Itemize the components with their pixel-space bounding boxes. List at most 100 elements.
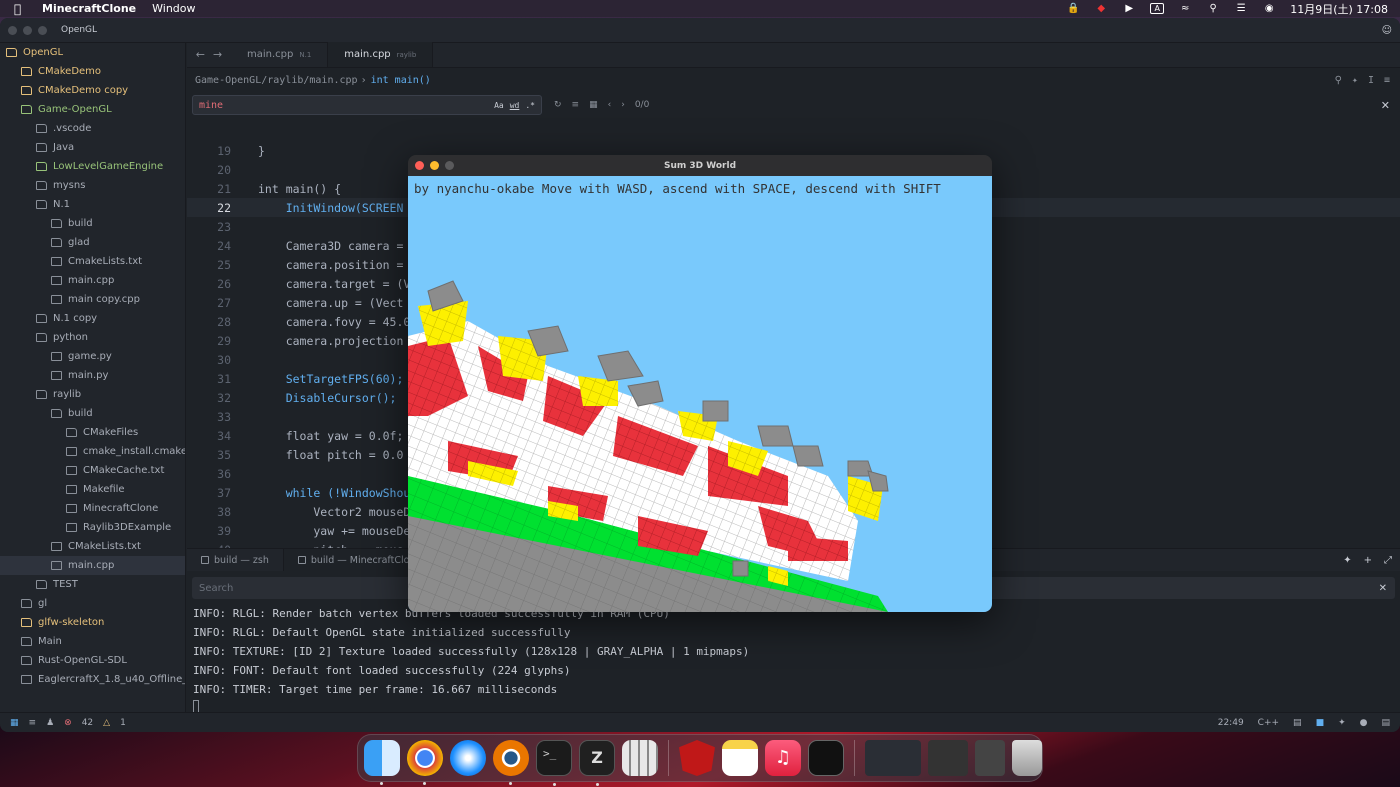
- cursor-icon[interactable]: I: [1368, 75, 1374, 86]
- project-title[interactable]: OpenGL: [61, 25, 97, 35]
- prev-match-icon[interactable]: ‹: [608, 100, 612, 110]
- mcafee-menu-icon[interactable]: ◆: [1094, 3, 1108, 14]
- blender-icon[interactable]: [493, 740, 529, 785]
- game-viewport[interactable]: by nyanchu-okabe Move with WASD, ascend …: [408, 176, 992, 612]
- find-input[interactable]: mine Aa wd .*: [192, 95, 542, 115]
- window-preview-3[interactable]: [975, 740, 1005, 776]
- sidebar-item[interactable]: EaglercraftX_1.8_u40_Offline_S: [0, 670, 185, 689]
- search-icon[interactable]: ⚲: [1335, 75, 1342, 86]
- terminal-icon[interactable]: >_: [536, 740, 572, 786]
- sidebar-item[interactable]: Game-OpenGL: [0, 100, 185, 119]
- sidebar-item[interactable]: gl: [0, 594, 185, 613]
- sidebar-item[interactable]: CMakeCache.txt: [0, 461, 185, 480]
- warning-icon[interactable]: △: [103, 718, 110, 728]
- window-menu[interactable]: Window: [152, 2, 195, 15]
- sidebar-item[interactable]: Rust-OpenGL-SDL: [0, 651, 185, 670]
- trash-icon[interactable]: [1012, 740, 1042, 776]
- settings-sliders-icon[interactable]: ≡: [1384, 75, 1390, 86]
- sidebar-item[interactable]: CMakeDemo copy: [0, 81, 185, 100]
- sidebar-item[interactable]: cmake_install.cmake: [0, 442, 185, 461]
- replace-icon[interactable]: ↻: [554, 100, 562, 110]
- sidebar-item[interactable]: main.py: [0, 366, 185, 385]
- breadcrumb-path[interactable]: Game-OpenGL/raylib/main.cpp: [195, 75, 358, 86]
- whole-word-toggle[interactable]: wd: [510, 101, 520, 110]
- breadcrumb-function[interactable]: int main(): [371, 75, 431, 86]
- console-icon[interactable]: [808, 740, 844, 776]
- sidebar-item[interactable]: CmakeLists.txt: [0, 252, 185, 271]
- sidebar-item[interactable]: LowLevelGameEngine: [0, 157, 185, 176]
- sidebar-item[interactable]: TEST: [0, 575, 185, 594]
- sidebar-item[interactable]: Java: [0, 138, 185, 157]
- forward-arrow-icon[interactable]: →: [213, 48, 222, 61]
- warning-count[interactable]: 1: [120, 718, 126, 728]
- panel-icon[interactable]: ▤: [1381, 718, 1390, 728]
- language-mode[interactable]: C++: [1258, 718, 1279, 728]
- zed-icon[interactable]: Z: [579, 740, 615, 786]
- sidebar-item[interactable]: python: [0, 328, 185, 347]
- expand-icon[interactable]: ⤢: [1384, 555, 1392, 566]
- window-preview-2[interactable]: [928, 740, 968, 776]
- app-menu[interactable]: MinecraftClone: [42, 2, 136, 15]
- close-button[interactable]: [8, 25, 17, 35]
- sidebar-item[interactable]: main.cpp: [0, 271, 185, 290]
- outline-icon[interactable]: ≡: [29, 718, 37, 728]
- tab-main-cpp-raylib[interactable]: main.cpp raylib: [328, 42, 434, 67]
- menu-clock[interactable]: 11月9日(土) 17:08: [1290, 1, 1388, 17]
- finder-icon[interactable]: [364, 740, 400, 785]
- terminal-output[interactable]: INFO: RLGL: Render batch vertex buffers …: [193, 604, 1400, 719]
- play-icon[interactable]: ▶: [1122, 3, 1136, 14]
- error-count[interactable]: 42: [82, 718, 93, 728]
- error-icon[interactable]: ⊗: [64, 718, 72, 728]
- sidebar-item[interactable]: main copy.cpp: [0, 290, 185, 309]
- user-avatar-icon[interactable]: ☺: [1382, 25, 1392, 36]
- sidebar-item[interactable]: raylib: [0, 385, 185, 404]
- sidebar-item[interactable]: Makefile: [0, 480, 185, 499]
- safari-icon[interactable]: [450, 740, 486, 776]
- sidebar-item[interactable]: game.py: [0, 347, 185, 366]
- sidebar-item[interactable]: MinecraftClone: [0, 499, 185, 518]
- collab-icon[interactable]: ♟: [46, 718, 54, 728]
- siri-icon[interactable]: ◉: [1262, 3, 1276, 14]
- game-window[interactable]: Sum 3D World by nyanchu-okabe Move with …: [408, 155, 992, 612]
- window-preview-1[interactable]: [865, 740, 921, 776]
- minimize-button[interactable]: [23, 25, 32, 35]
- sidebar-item[interactable]: glfw-skeleton: [0, 613, 185, 632]
- sidebar-item[interactable]: OpenGL: [0, 43, 185, 62]
- assistant-icon[interactable]: ✦: [1352, 75, 1358, 86]
- sidebar-item[interactable]: .vscode: [0, 119, 185, 138]
- sidebar-item[interactable]: main.cpp: [0, 556, 185, 575]
- cursor-position[interactable]: 22:49: [1218, 718, 1244, 728]
- back-arrow-icon[interactable]: ←: [196, 48, 205, 61]
- apple-icon[interactable]: : [14, 2, 30, 16]
- terminal-tab-minecraft[interactable]: build — MinecraftClo: [283, 549, 425, 571]
- zoom-button[interactable]: [38, 25, 47, 35]
- control-center-icon[interactable]: ☰: [1234, 3, 1248, 14]
- lock-icon[interactable]: 🔒: [1066, 3, 1080, 14]
- select-all-icon[interactable]: ≡: [572, 100, 580, 110]
- spotlight-search-icon[interactable]: ⚲: [1206, 3, 1220, 14]
- sidebar-item[interactable]: N.1: [0, 195, 185, 214]
- wifi-icon[interactable]: ≈: [1178, 3, 1192, 14]
- regex-toggle[interactable]: .*: [525, 101, 535, 110]
- filter-icon[interactable]: ▦: [589, 100, 598, 110]
- close-icon[interactable]: ✕: [1381, 99, 1390, 112]
- feedback-icon[interactable]: ■: [1316, 718, 1325, 728]
- input-source-icon[interactable]: A: [1150, 3, 1165, 14]
- close-icon[interactable]: ✕: [1379, 583, 1387, 594]
- sidebar-item[interactable]: CMakeDemo: [0, 62, 185, 81]
- sidebar-item[interactable]: build: [0, 214, 185, 233]
- music-icon[interactable]: ♫: [765, 740, 801, 776]
- sidebar-item[interactable]: CMakeLists.txt: [0, 537, 185, 556]
- next-match-icon[interactable]: ›: [621, 100, 625, 110]
- notes-icon[interactable]: [722, 740, 758, 776]
- mcafee-icon[interactable]: [679, 740, 715, 776]
- sidebar-toggle-icon[interactable]: ▦: [10, 718, 19, 728]
- sidebar-item[interactable]: N.1 copy: [0, 309, 185, 328]
- chat-icon[interactable]: ●: [1360, 718, 1368, 728]
- match-case-toggle[interactable]: Aa: [494, 101, 504, 110]
- inline-completion-icon[interactable]: ▤: [1293, 718, 1302, 728]
- assistant-icon[interactable]: ✦: [1338, 718, 1346, 728]
- sidebar-item[interactable]: glad: [0, 233, 185, 252]
- assistant-icon[interactable]: ✦: [1343, 555, 1351, 566]
- sidebar-item[interactable]: Main: [0, 632, 185, 651]
